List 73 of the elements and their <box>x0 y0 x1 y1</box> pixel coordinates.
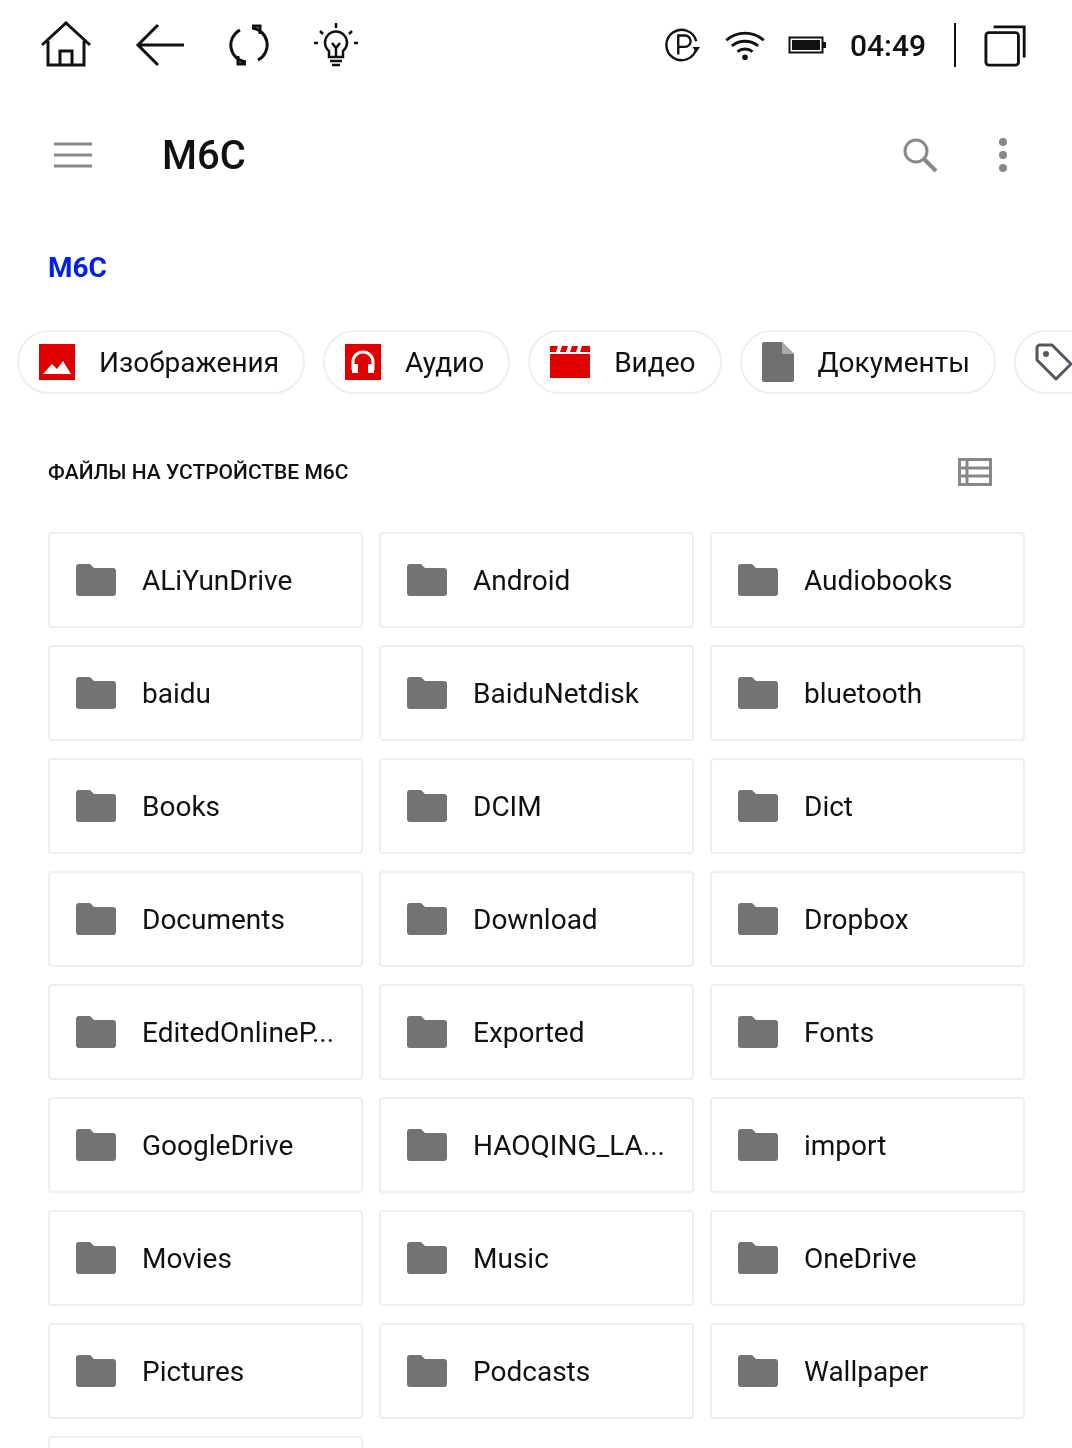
clock-time: 04:49 <box>849 27 926 63</box>
folder-icon <box>738 903 778 935</box>
folder-card[interactable]: Download <box>379 871 694 967</box>
folder-card[interactable]: bluetooth <box>710 645 1025 741</box>
folder-icon <box>76 790 116 822</box>
folder-icon <box>76 1129 116 1161</box>
folder-icon <box>738 1016 778 1048</box>
folder-card[interactable]: DCIM <box>379 758 694 854</box>
folder-card[interactable]: Dropbox <box>710 871 1025 967</box>
parking-circle-icon <box>663 26 702 64</box>
clapperboard-icon <box>550 346 591 378</box>
folder-icon <box>407 903 447 935</box>
wifi-icon <box>723 30 766 60</box>
folder-card[interactable]: baidu <box>48 645 363 741</box>
document-icon <box>761 342 794 382</box>
tag-icon <box>1033 342 1072 382</box>
folder-card[interactable]: Audiobooks <box>710 532 1025 628</box>
folder-card[interactable]: EditedOnlineP... <box>48 984 363 1080</box>
category-chip[interactable]: Документы <box>739 330 996 394</box>
folder-icon <box>738 790 778 822</box>
folder-icon <box>407 1016 447 1048</box>
section-heading: ФАЙЛЫ НА УСТРОЙСТВЕ M6C <box>48 460 349 484</box>
folder-card[interactable]: Books <box>48 758 363 854</box>
folder-icon <box>407 564 447 596</box>
app-title: M6C <box>162 131 246 179</box>
folder-icon <box>76 1355 116 1387</box>
folder-icon <box>407 1242 447 1274</box>
category-chip[interactable]: Видео <box>528 330 722 394</box>
folder-icon <box>738 1242 778 1274</box>
breadcrumb-link[interactable]: M6C <box>48 250 107 284</box>
folder-icon <box>76 903 116 935</box>
folder-icon <box>738 1129 778 1161</box>
folder-card[interactable]: Dict <box>710 758 1025 854</box>
folder-card[interactable]: Android <box>379 532 694 628</box>
folder-card[interactable]: Podcasts <box>379 1323 694 1419</box>
folder-icon <box>738 677 778 709</box>
folder-card[interactable]: Pictures <box>48 1323 363 1419</box>
search-icon[interactable] <box>902 137 938 173</box>
image-icon <box>39 344 75 380</box>
folder-icon <box>76 1242 116 1274</box>
folder-card[interactable]: Fonts <box>710 984 1025 1080</box>
folder-card[interactable]: OneDrive <box>710 1210 1025 1306</box>
home-icon[interactable] <box>38 21 94 69</box>
folder-icon <box>76 1016 116 1048</box>
folder-icon <box>407 790 447 822</box>
folder-icon <box>76 564 116 596</box>
battery-icon <box>787 35 828 55</box>
folder-card[interactable]: Exported <box>379 984 694 1080</box>
folder-icon <box>407 1355 447 1387</box>
folder-icon <box>738 1355 778 1387</box>
category-chip[interactable]: Изображения <box>17 330 306 394</box>
folder-card[interactable]: GoogleDrive <box>48 1097 363 1193</box>
folder-card[interactable]: ALiYunDrive <box>48 532 363 628</box>
headphones-icon <box>345 344 382 380</box>
folder-card[interactable]: Documents <box>48 871 363 967</box>
recent-apps-icon[interactable] <box>984 23 1028 67</box>
menu-icon[interactable] <box>54 141 92 169</box>
category-chip[interactable]: Аудио <box>323 330 511 394</box>
folder-card[interactable]: HAOQING_LA... <box>379 1097 694 1193</box>
folder-icon <box>407 1129 447 1161</box>
back-arrow-icon[interactable] <box>134 23 186 67</box>
folder-icon <box>407 677 447 709</box>
folder-icon <box>76 677 116 709</box>
folder-card[interactable]: Movies <box>48 1210 363 1306</box>
folder-card[interactable]: Wallpaper <box>710 1323 1025 1419</box>
folder-icon <box>738 564 778 596</box>
list-view-icon[interactable] <box>958 458 992 486</box>
more-options-icon[interactable] <box>998 138 1008 172</box>
light-bulb-icon[interactable] <box>312 21 360 69</box>
refresh-icon[interactable] <box>226 22 272 68</box>
folder-card[interactable]: Music <box>379 1210 694 1306</box>
folder-card[interactable]: import <box>710 1097 1025 1193</box>
folder-card[interactable]: BaiduNetdisk <box>379 645 694 741</box>
